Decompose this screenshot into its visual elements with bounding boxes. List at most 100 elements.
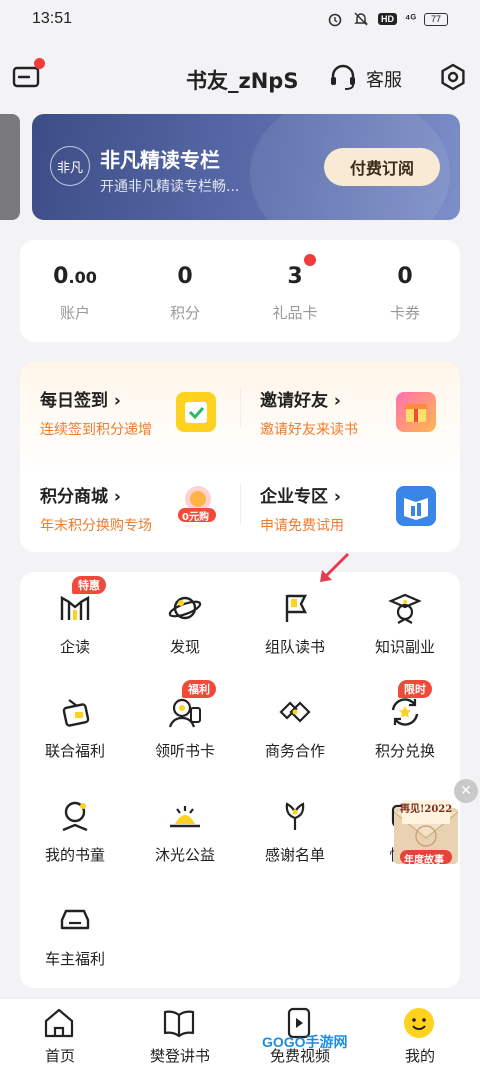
planet-icon [167, 590, 203, 626]
alarm-icon [326, 10, 344, 28]
task-subtitle: 连续签到积分递增 [40, 422, 152, 438]
task-panel: 每日签到 › 连续签到积分递增 邀请好友 › 邀请好友来读书 积分商城 › 年末… [20, 362, 460, 552]
nav-label: 我的 [404, 1047, 435, 1065]
grid-item-joint-welfare[interactable]: 联合福利 [20, 676, 130, 780]
task-points-mall[interactable]: 积分商城 › 年末积分换购专场 [40, 482, 152, 535]
stat-value: 0 [53, 264, 69, 289]
nav-label: 首页 [44, 1047, 75, 1065]
charity-icon [167, 798, 203, 834]
grid-item-label: 车主福利 [44, 950, 105, 968]
previous-banner-edge[interactable] [0, 114, 20, 220]
settings-icon[interactable] [438, 62, 468, 92]
vip-column-banner[interactable]: 非凡 非凡精读专栏 开通非凡精读专栏畅... 付费订阅 [32, 114, 460, 220]
grid-item-label: 我的书童 [44, 846, 105, 864]
grid-item-label: 联合福利 [44, 742, 105, 760]
year-review-label: 年度故事 [404, 855, 444, 866]
flag-icon [277, 590, 313, 626]
grid-item-knowledge-sideline[interactable]: 知识副业 [350, 572, 460, 676]
task-enterprise-zone[interactable]: 企业专区 › 申请免费试用 [260, 482, 344, 535]
home-icon [42, 1007, 76, 1039]
task-daily-checkin[interactable]: 每日签到 › 连续签到积分递增 [40, 386, 152, 439]
zero-yuan-icon: 0元购 [174, 484, 220, 526]
pointer-arrow-icon [316, 550, 352, 586]
tag-special-offer: 特惠 [72, 576, 106, 594]
stat-label: 礼品卡 [272, 304, 318, 322]
task-title: 积分商城 › [40, 487, 121, 507]
grid-item-label: 企读 [59, 638, 90, 656]
grid-item-discover[interactable]: 发现 [130, 572, 240, 676]
grid-item-label: 知识副业 [374, 638, 435, 656]
stat-decimal: .00 [68, 268, 97, 287]
task-title: 每日签到 › [40, 391, 121, 411]
nav-mine[interactable]: 我的 [360, 999, 480, 1067]
gift-card-notification-dot [304, 254, 316, 266]
stat-label: 积分 [169, 304, 200, 322]
grid-item-thanks-list[interactable]: 感谢名单 [240, 780, 350, 884]
grid-item-label: 积分兑换 [374, 742, 435, 760]
grid-item-label: 商务合作 [264, 742, 325, 760]
ticket-icon [57, 694, 93, 730]
close-icon[interactable]: ✕ [454, 779, 478, 803]
nav-fandeng-books[interactable]: 樊登讲书 [120, 999, 240, 1067]
grid-item-my-book-kid[interactable]: 我的书童 [20, 780, 130, 884]
subscribe-button[interactable]: 付费订阅 [324, 148, 440, 186]
battery-icon: 77 [424, 12, 448, 26]
task-title: 邀请好友 › [260, 391, 341, 411]
feature-grid: 企读 特惠 发现 组队读书 知识副业 联合福利 领听书卡 福利 商务合作 积分兑… [20, 572, 460, 988]
headset-icon[interactable] [328, 62, 358, 92]
task-divider [240, 484, 241, 524]
grid-item-car-owner-welfare[interactable]: 车主福利 [20, 884, 130, 988]
calendar-check-icon [176, 392, 216, 432]
customer-service-label[interactable]: 客服 [366, 66, 402, 92]
grid-item-business-cooperation[interactable]: 商务合作 [240, 676, 350, 780]
enterprise-book-icon [396, 486, 436, 526]
listen-card-icon [167, 694, 203, 730]
status-bar: 13:51 HD ⁴ᴳ 77 [0, 0, 480, 40]
grid-item-label: 发现 [169, 638, 200, 656]
stat-label: 卡券 [389, 304, 420, 322]
handshake-icon [277, 694, 313, 730]
stat-gift-card[interactable]: 3 礼品卡 [240, 240, 350, 342]
year-review-title: 再见!2022 [400, 804, 453, 815]
task-invite-friends[interactable]: 邀请好友 › 邀请好友来读书 [260, 386, 358, 439]
stat-value: 3 [287, 264, 303, 289]
stat-label: 账户 [59, 304, 90, 322]
grid-item-label: 组队读书 [264, 638, 325, 656]
grid-item-label: 沐光公益 [154, 846, 215, 864]
user-nickname[interactable]: 书友_zNpS [186, 65, 298, 95]
stat-points[interactable]: 0 积分 [130, 240, 240, 342]
mute-bell-icon [352, 10, 370, 28]
book-kid-icon [57, 798, 93, 834]
status-time: 13:51 [32, 10, 73, 27]
task-divider [240, 388, 241, 428]
stat-coupons[interactable]: 0 卡券 [350, 240, 460, 342]
nav-label: 樊登讲书 [149, 1047, 210, 1065]
zero-yuan-badge: 0元购 [182, 512, 209, 523]
task-subtitle: 邀请好友来读书 [260, 422, 358, 438]
stat-account[interactable]: 0.00 账户 [20, 240, 130, 342]
banner-title: 非凡精读专栏 [100, 148, 220, 172]
task-title: 企业专区 › [260, 487, 341, 507]
year-review-float[interactable]: 再见!2022 年度故事 [390, 790, 462, 868]
gift-box-icon [396, 392, 436, 432]
car-icon [57, 902, 93, 938]
status-icons: HD ⁴ᴳ 77 [326, 10, 448, 28]
enterprise-read-icon [57, 590, 93, 626]
grid-item-team-reading[interactable]: 组队读书 [240, 572, 350, 676]
grid-item-label: 感谢名单 [264, 846, 325, 864]
hd-icon: HD [378, 13, 398, 25]
stat-value: 0 [177, 264, 193, 289]
grid-item-charity[interactable]: 沐光公益 [130, 780, 240, 884]
bottom-nav: 首页 樊登讲书 免费视频 我的 [0, 998, 480, 1067]
account-stats: 0.00 账户 0 积分 3 礼品卡 0 卡券 [20, 240, 460, 342]
graduate-icon [387, 590, 423, 626]
banner-subtitle: 开通非凡精读专栏畅... [100, 179, 240, 195]
notification-dot [34, 58, 45, 69]
feifan-logo: 非凡 [50, 146, 90, 186]
header: 书友_zNpS 客服 [0, 44, 480, 108]
tag-limited-time: 限时 [398, 680, 432, 698]
site-watermark: GOGO手游网 [262, 1034, 348, 1050]
grid-item-label: 领听书卡 [154, 742, 215, 760]
nav-home[interactable]: 首页 [0, 999, 120, 1067]
exchange-icon [387, 694, 423, 730]
